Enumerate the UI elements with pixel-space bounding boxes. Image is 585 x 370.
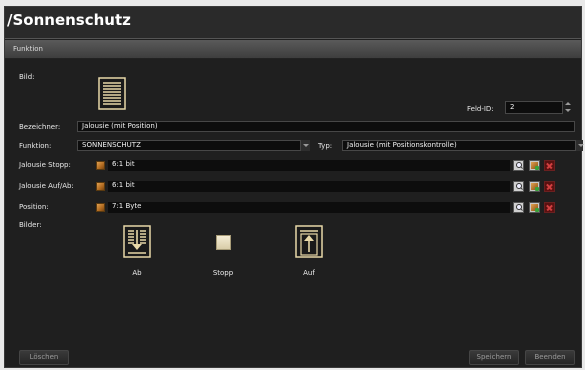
dialog-window: /Sonnenschutz Funktion Bild: Feld-ID: 2 …: [4, 6, 584, 368]
position-label: Position:: [19, 203, 49, 211]
loeschen-button[interactable]: Löschen: [19, 350, 69, 365]
picture-label-auf: Auf: [303, 269, 315, 277]
window-blind-icon[interactable]: [98, 77, 126, 110]
typ-select[interactable]: Jalousie (mit Positionskontrolle): [342, 140, 576, 151]
funktion-select[interactable]: SONNENSCHUTZ: [77, 140, 301, 151]
bild-label: Bild:: [19, 73, 35, 81]
jalousie-stopp-search-icon[interactable]: [513, 160, 524, 171]
typ-label: Typ:: [318, 142, 333, 150]
funktion-label: Funktion:: [19, 142, 52, 150]
section-header: Funktion: [5, 40, 581, 59]
position-box-icon: [96, 203, 106, 213]
position-delete-icon[interactable]: [544, 202, 555, 213]
blind-up-icon[interactable]: [295, 225, 323, 258]
feld-id-input[interactable]: 2: [505, 101, 563, 114]
picture-label-stopp: Stopp: [212, 269, 234, 277]
jalousie-aufab-delete-icon[interactable]: [544, 181, 555, 192]
jalousie-stopp-delete-icon[interactable]: [544, 160, 555, 171]
position-assign-icon[interactable]: [529, 202, 540, 213]
position-search-icon[interactable]: [513, 202, 524, 213]
blind-down-icon[interactable]: [123, 225, 151, 258]
jalousie-aufab-label: Jalousie Auf/Ab:: [19, 182, 74, 190]
spinner-down-icon[interactable]: [565, 109, 571, 112]
spinner-up-icon[interactable]: [565, 102, 571, 105]
title-bar: /Sonnenschutz: [5, 7, 581, 39]
beenden-button[interactable]: Beenden: [525, 350, 575, 365]
jalousie-stopp-box-icon: [96, 161, 106, 171]
speichern-button[interactable]: Speichern: [469, 350, 519, 365]
picture-label-ab: Ab: [132, 269, 142, 277]
jalousie-aufab-address[interactable]: 6:1 bit: [108, 181, 510, 192]
funktion-chevron-down-icon[interactable]: [300, 140, 310, 151]
jalousie-stopp-address[interactable]: 6:1 bit: [108, 160, 510, 171]
bezeichner-input[interactable]: Jalousie (mit Position): [77, 121, 575, 132]
typ-chevron-down-icon[interactable]: [575, 140, 584, 151]
jalousie-aufab-search-icon[interactable]: [513, 181, 524, 192]
bezeichner-label: Bezeichner:: [19, 123, 61, 131]
jalousie-aufab-box-icon: [96, 182, 106, 192]
window-title: /Sonnenschutz: [7, 11, 131, 29]
section-title: Funktion: [13, 45, 43, 53]
feld-id-spinner[interactable]: [565, 101, 572, 114]
jalousie-stopp-assign-icon[interactable]: [529, 160, 540, 171]
feld-id-label: Feld-ID:: [467, 105, 494, 113]
jalousie-stopp-label: Jalousie Stopp:: [19, 161, 71, 169]
stop-square-icon[interactable]: [216, 235, 231, 250]
position-address[interactable]: 7:1 Byte: [108, 202, 510, 213]
bilder-label: Bilder:: [19, 221, 42, 229]
jalousie-aufab-assign-icon[interactable]: [529, 181, 540, 192]
